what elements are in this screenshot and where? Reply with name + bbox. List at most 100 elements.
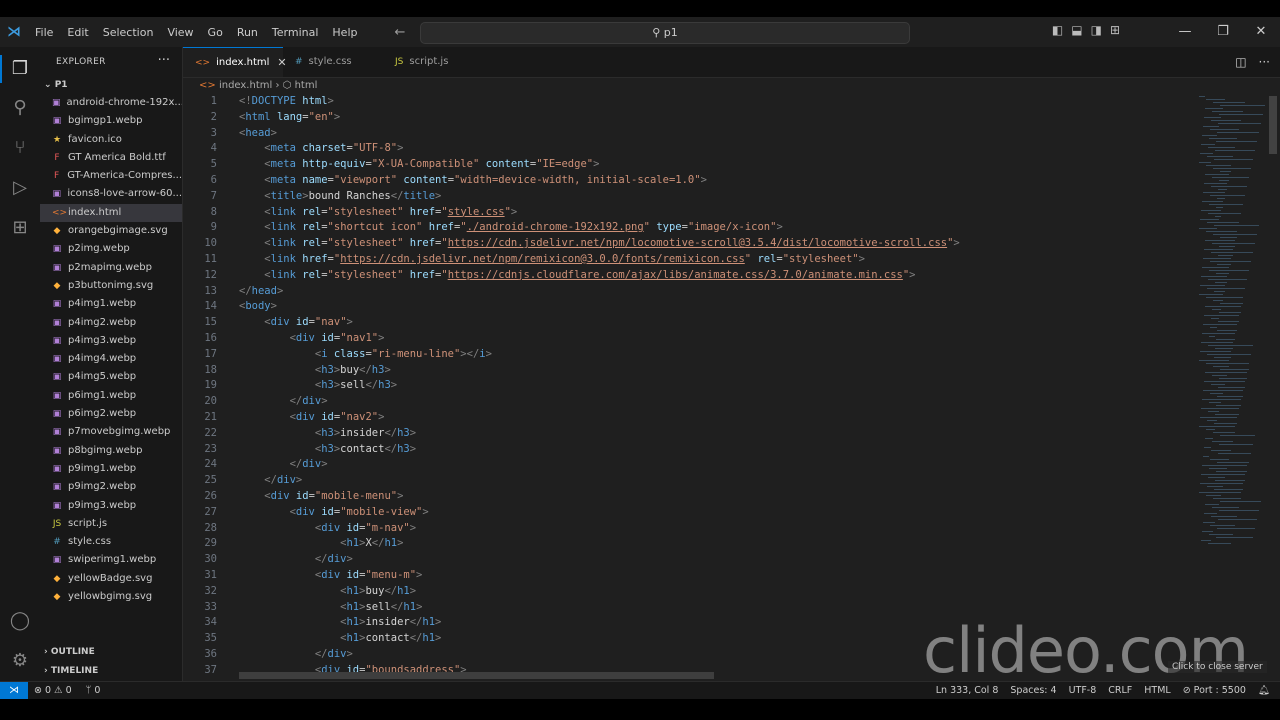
code-line[interactable]: 24 </div> [183,457,960,473]
file-item[interactable]: ▣ p6img2.webp [40,405,182,423]
file-item[interactable]: ▣ p4img1.webp [40,295,182,313]
code-line[interactable]: 32 <h1>buy</h1> [183,584,960,600]
file-item[interactable]: # style.css [40,533,182,551]
code-line[interactable]: 19 <h3>sell</h3> [183,378,960,394]
indentation[interactable]: Spaces: 4 [1010,682,1056,699]
problems-indicator[interactable]: ⊗ 0 ⚠ 0 [34,682,72,699]
file-item[interactable]: F GT America Bold.ttf [40,149,182,167]
menu-selection[interactable]: Selection [96,26,161,39]
menu-run[interactable]: Run [230,26,265,39]
cursor-position[interactable]: Ln 333, Col 8 [936,682,999,699]
tab-index-html[interactable]: <> index.html ✕ [183,47,287,77]
live-server-port[interactable]: ⊘ Port : 5500 [1183,682,1246,699]
code-line[interactable]: 4 <meta charset="UTF-8"> [183,141,960,157]
file-item[interactable]: ▣ p4img5.webp [40,368,182,386]
line-ending[interactable]: CRLF [1108,682,1132,699]
file-item[interactable]: ▣ p2mapimg.webp [40,259,182,277]
file-item[interactable]: ◆ yellowBadge.svg [40,570,182,588]
code-line[interactable]: 33 <h1>sell</h1> [183,600,960,616]
code-line[interactable]: 15 <div id="nav"> [183,315,960,331]
file-item[interactable]: ▣ p4img2.webp [40,314,182,332]
code-line[interactable]: 12 <link rel="stylesheet" href="https://… [183,268,960,284]
command-center-search[interactable]: ⚲ p1 [420,22,910,44]
code-line[interactable]: 31 <div id="menu-m"> [183,568,960,584]
file-item[interactable]: ▣ p6img1.webp [40,387,182,405]
more-actions-icon[interactable]: ··· [158,53,170,68]
minimap[interactable] [1191,94,1271,544]
code-line[interactable]: 8 <link rel="stylesheet" href="style.css… [183,205,960,221]
code-line[interactable]: 10 <link rel="stylesheet" href="https://… [183,236,959,252]
file-item[interactable]: ▣ p9img3.webp [40,497,182,515]
code-line[interactable]: 13 </head> [183,284,960,300]
vertical-scrollbar[interactable] [1269,96,1277,154]
code-line[interactable]: 5 <meta http-equiv="X-UA-Compatible" con… [183,157,960,173]
code-line[interactable]: 27 <div id="mobile-view"> [183,505,960,521]
file-item[interactable]: ◆ p3buttonimg.svg [40,277,182,295]
run-debug-icon[interactable]: ▷ [8,176,32,200]
menu-help[interactable]: Help [325,26,364,39]
code-line[interactable]: 26 <div id="mobile-menu"> [183,489,960,505]
code-line[interactable]: 11 <link href="https://cdn.jsdelivr.net/… [183,252,960,268]
search-view-icon[interactable]: ⚲ [8,96,32,120]
file-item[interactable]: ▣ p2img.webp [40,240,182,258]
remote-indicator-icon[interactable]: ⋊ [0,682,28,699]
toggle-panel-icon[interactable]: ⬓ [1071,23,1082,37]
notifications-bell-icon[interactable]: 🔔︎ [1258,682,1270,699]
encoding[interactable]: UTF-8 [1069,682,1097,699]
explorer-icon[interactable]: ❐ [8,57,32,81]
split-editor-icon[interactable]: ◫ [1235,55,1246,69]
ports-indicator[interactable]: ᛘ 0 [86,682,101,699]
account-icon[interactable]: ◯ [8,609,32,633]
timeline-section[interactable]: › TIMELINE [44,666,98,676]
breadcrumb-node[interactable]: html [295,80,318,91]
code-line[interactable]: 34 <h1>insider</h1> [183,615,960,631]
code-line[interactable]: 2 <html lang="en"> [183,110,960,126]
source-control-icon[interactable]: ⑂ [8,136,32,160]
code-line[interactable]: 25 </div> [183,473,960,489]
breadcrumb-file[interactable]: index.html [219,80,272,91]
code-line[interactable]: 28 <div id="m-nav"> [183,521,960,537]
file-item[interactable]: ◆ orangebgimage.svg [40,222,182,240]
back-arrow-icon[interactable]: ← [394,25,405,40]
code-line[interactable]: 35 <h1>contact</h1> [183,631,960,647]
code-line[interactable]: 3 <head> [183,126,960,142]
file-item[interactable]: ▣ swiperimg1.webp [40,551,182,569]
menu-edit[interactable]: Edit [60,26,95,39]
menu-terminal[interactable]: Terminal [265,26,326,39]
file-item[interactable]: ▣ bgimgp1.webp [40,112,182,130]
outline-section[interactable]: › OUTLINE [44,647,95,657]
file-item[interactable]: ▣ android-chrome-192x... [40,94,182,112]
file-item[interactable]: ▣ p4img4.webp [40,350,182,368]
customize-layout-icon[interactable]: ⊞ [1110,23,1120,37]
file-item[interactable]: ▣ p8bgimg.webp [40,442,182,460]
file-item[interactable]: ▣ p7movebgimg.webp [40,423,182,441]
file-item[interactable]: JS script.js [40,515,182,533]
code-line[interactable]: 14 <body> [183,299,960,315]
file-item[interactable]: ▣ p9img1.webp [40,460,182,478]
file-item[interactable]: F GT-America-Compres... [40,167,182,185]
menu-file[interactable]: File [28,26,60,39]
menu-view[interactable]: View [160,26,200,39]
code-line[interactable]: 6 <meta name="viewport" content="width=d… [183,173,960,189]
tab-style-css[interactable]: # style.css [283,47,383,77]
code-line[interactable]: 23 <h3>contact</h3> [183,442,960,458]
code-line[interactable]: 29 <h1>X</h1> [183,536,960,552]
code-line[interactable]: 20 </div> [183,394,960,410]
code-line[interactable]: 1 <!DOCTYPE html> [183,94,960,110]
minimize-icon[interactable]: — [1166,17,1204,47]
toggle-secondary-sidebar-icon[interactable]: ◨ [1091,23,1102,37]
file-item[interactable]: ◆ yellowbgimg.svg [40,588,182,606]
code-line[interactable]: 21 <div id="nav2"> [183,410,960,426]
code-line[interactable]: 9 <link rel="shortcut icon" href="./andr… [183,220,960,236]
file-item[interactable]: ▣ p9img2.webp [40,478,182,496]
extensions-icon[interactable]: ⊞ [8,216,32,240]
file-item[interactable]: ▣ icons8-love-arrow-60... [40,185,182,203]
horizontal-scrollbar[interactable] [239,672,714,679]
code-line[interactable]: 17 <i class="ri-menu-line"></i> [183,347,960,363]
code-editor[interactable]: 1 <!DOCTYPE html> 2 <html lang="en"> 3 <head>… [183,94,1280,681]
tab-script-js[interactable]: JS script.js [383,47,473,77]
close-window-icon[interactable]: ✕ [1242,17,1280,47]
file-item[interactable]: ▣ p4img3.webp [40,332,182,350]
code-line[interactable]: 18 <h3>buy</h3> [183,363,960,379]
language-mode[interactable]: HTML [1144,682,1170,699]
